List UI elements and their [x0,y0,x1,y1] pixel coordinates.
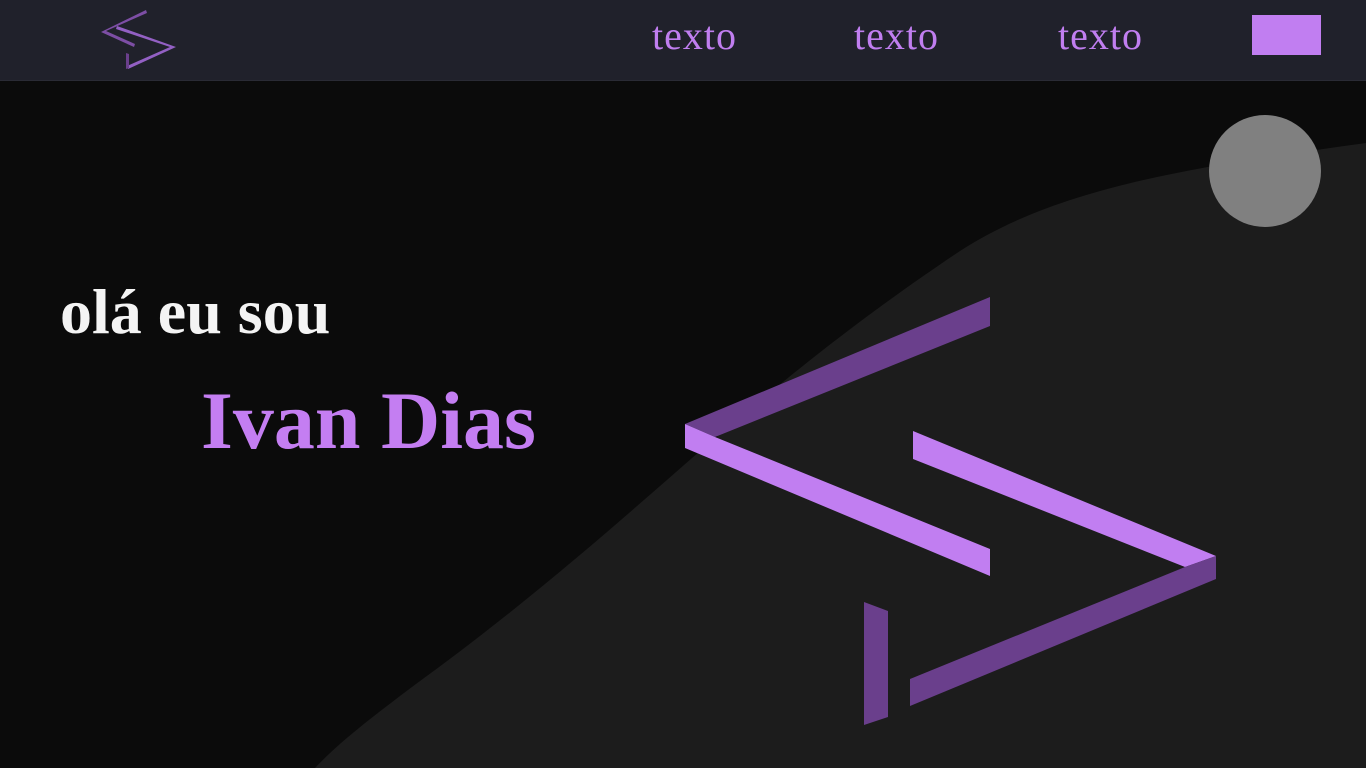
logo-right-lower-arm [910,556,1216,706]
brand-logo-stem [126,53,129,69]
avatar-placeholder [1209,115,1321,227]
nav-link-2[interactable]: texto [854,12,939,60]
nav-cta-button[interactable] [1252,15,1321,55]
brand-logo-icon[interactable] [98,8,180,72]
hero-greeting: olá eu sou [60,276,331,347]
nav-link-3[interactable]: texto [1058,12,1143,60]
nav-link-1[interactable]: texto [652,12,737,60]
top-navbar: texto texto texto [0,0,1366,81]
hero-name: Ivan Dias [201,375,536,466]
brand-logo-lower-chevron [116,26,176,69]
logo-stem [864,602,888,725]
logo-upper-arm [685,297,990,437]
hero-section: olá eu sou Ivan Dias [0,81,1366,768]
chevron-logo-icon [685,297,1216,725]
